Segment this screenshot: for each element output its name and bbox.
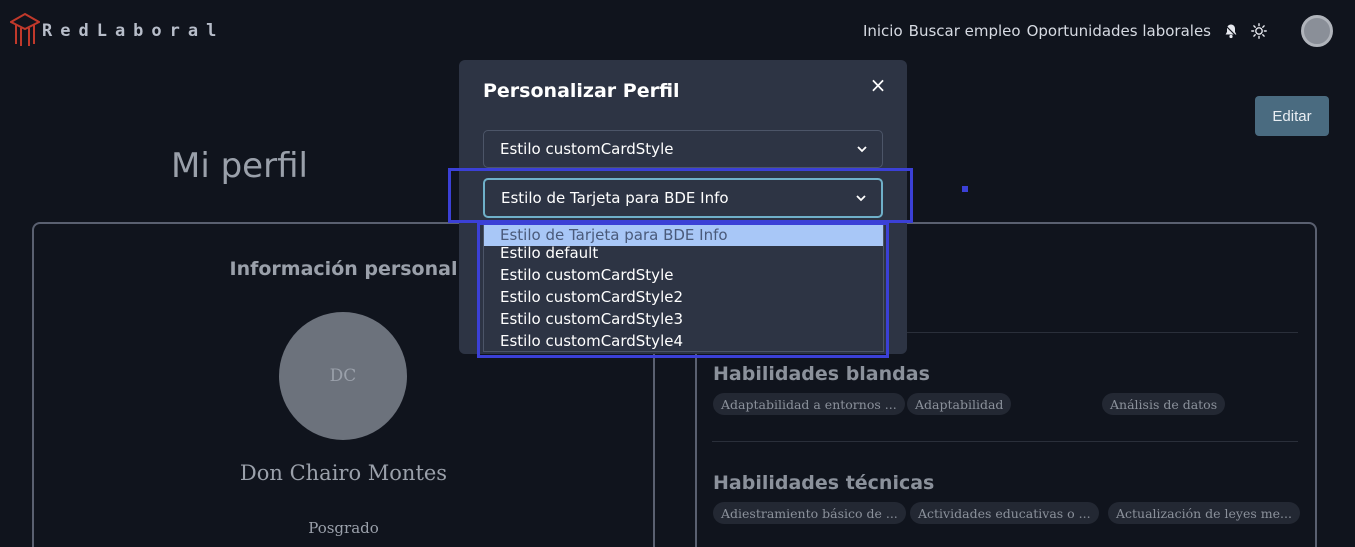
tech-skill-chip: Actividades educativas o ...	[910, 502, 1099, 524]
edit-button[interactable]: Editar	[1255, 96, 1329, 136]
nav-link-buscar-empleo[interactable]: Buscar empleo	[909, 22, 1021, 40]
skills-divider	[712, 441, 1298, 442]
card-divider	[653, 352, 655, 547]
page-title: Mi perfil	[171, 146, 308, 186]
tech-skills-title: Habilidades técnicas	[713, 472, 935, 494]
highlight-box-select	[448, 168, 913, 223]
modal-title: Personalizar Perfil	[483, 80, 680, 102]
brand-logo[interactable]: RedLaboral	[10, 12, 224, 50]
chevron-down-icon	[857, 146, 867, 153]
profile-avatar: DC	[279, 312, 407, 440]
profile-name: Don Chairo Montes	[239, 461, 448, 485]
navbar: RedLaboral Inicio Buscar empleo Oportuni…	[0, 0, 1355, 62]
card-style-select[interactable]: Estilo customCardStyle	[483, 130, 883, 168]
profile-initials: DC	[329, 366, 357, 386]
brand-name: RedLaboral	[42, 21, 225, 41]
profile-level: Posgrado	[308, 519, 379, 537]
nav-link-inicio[interactable]: Inicio	[863, 22, 903, 40]
soft-skill-chip: Adaptabilidad	[907, 393, 1012, 415]
bell-icon[interactable]	[1223, 23, 1239, 39]
tech-skill-chip: Actualización de leyes me...	[1108, 502, 1300, 524]
soft-skill-chip: Análisis de datos	[1102, 393, 1226, 415]
nav-links: Inicio Buscar empleo Oportunidades labor…	[863, 0, 1355, 62]
sun-icon[interactable]	[1251, 23, 1267, 39]
tech-skill-chip: Adiestramiento básico de ...	[713, 502, 906, 524]
soft-skills-title: Habilidades blandas	[713, 363, 930, 385]
user-avatar[interactable]	[1301, 15, 1333, 47]
focus-marker-dot	[962, 186, 968, 192]
highlight-box-options	[477, 222, 889, 358]
close-icon[interactable]: ×	[867, 73, 889, 97]
soft-skill-chip: Adaptabilidad a entornos ...	[713, 393, 905, 415]
card-style-select-value: Estilo customCardStyle	[500, 140, 674, 158]
graduation-cap-logo-icon	[10, 12, 40, 46]
nav-link-oportunidades[interactable]: Oportunidades laborales	[1027, 22, 1211, 40]
